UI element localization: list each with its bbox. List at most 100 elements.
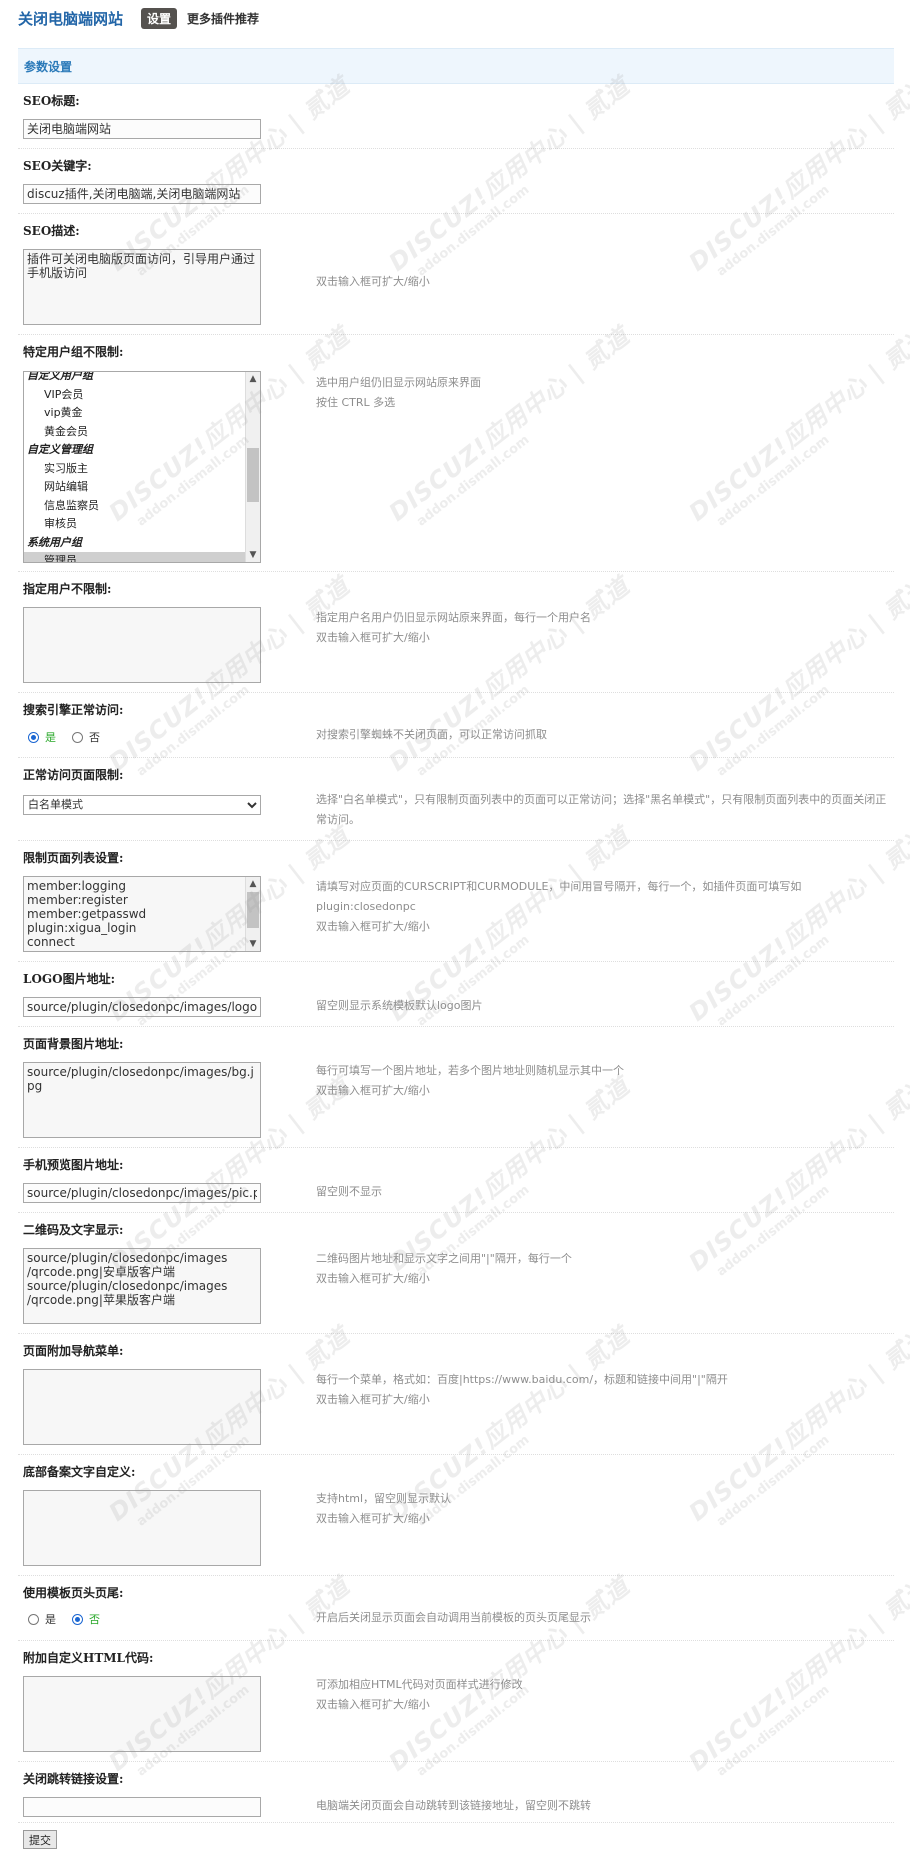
page-limit-select[interactable]: 白名单模式 — [23, 794, 261, 815]
scroll-up-icon[interactable]: ▲ — [246, 372, 260, 386]
user-group-option[interactable]: 管理员 — [24, 552, 245, 562]
seo-description-textarea[interactable]: 插件可关闭电脑版页面访问，引导用户通过手机版访问 — [23, 249, 261, 325]
template-header-tip: 开启后关闭显示页面会自动调用当前模板的页头页尾显示 — [316, 1611, 591, 1624]
user-group-option[interactable]: 审核员 — [24, 515, 245, 534]
textarea-line: member:getpasswd — [27, 907, 147, 921]
template-header-no-radio[interactable] — [72, 1613, 83, 1625]
template-header-no-label[interactable]: 否 — [89, 1611, 100, 1627]
textarea-line: connect — [27, 935, 75, 949]
row-user-groups: 特定用户组不限制: 自定义用户组 VIP会员 vip黄金 黄金会员 自定义管理组 实习版主… — [18, 335, 894, 572]
users-label: 指定用户不限制: — [23, 582, 112, 596]
textarea-line: /qrcode.png|安卓版客户端 — [27, 1265, 175, 1279]
row-seo-title: SEO标题: — [18, 84, 894, 149]
custom-html-tip1: 可添加相应HTML代码对页面样式进行修改 — [316, 1678, 523, 1691]
page-list-scrollbar[interactable]: ▲ ▼ — [245, 877, 260, 951]
row-seo-description: SEO描述: 插件可关闭电脑版页面访问，引导用户通过手机版访问 双击输入框可扩大… — [18, 214, 894, 335]
footer-text-tip1: 支持html，留空则显示默认 — [316, 1492, 452, 1505]
page-limit-label: 正常访问页面限制: — [23, 768, 124, 782]
submit-button[interactable]: 提交 — [23, 1830, 57, 1849]
scroll-down-icon[interactable]: ▼ — [246, 548, 260, 562]
row-redirect: 关闭跳转链接设置: 电脑端关闭页面会自动跳转到该链接地址，留空则不跳转 — [18, 1762, 894, 1823]
textarea-line: member:register — [27, 893, 128, 907]
page-list-tip2: 双击输入框可扩大/缩小 — [316, 920, 430, 933]
template-header-yes-radio[interactable] — [28, 1613, 39, 1625]
row-nav-menu: 页面附加导航菜单: 每行一个菜单，格式如：百度|https://www.baid… — [18, 1334, 894, 1455]
user-group-option[interactable]: 网站编辑 — [24, 478, 245, 497]
search-engine-no-label[interactable]: 否 — [89, 729, 100, 745]
seo-keywords-input[interactable] — [23, 183, 261, 204]
section-header: 参数设置 — [18, 48, 894, 84]
row-users: 指定用户不限制: 指定用户名用户仍旧显示网站原来界面，每行一个用户名 双击输入框… — [18, 572, 894, 693]
textarea-line: /qrcode.png|苹果版客户端 — [27, 1293, 175, 1307]
user-groups-scrollbar[interactable]: ▲ ▼ — [245, 372, 260, 562]
redirect-label: 关闭跳转链接设置: — [23, 1772, 124, 1786]
custom-html-textarea[interactable] — [23, 1676, 261, 1752]
seo-keywords-label: SEO关键字: — [23, 159, 92, 173]
seo-description-tip: 双击输入框可扩大/缩小 — [316, 275, 430, 288]
plugin-title-link[interactable]: 关闭电脑端网站 — [18, 8, 123, 29]
search-engine-label: 搜索引擎正常访问: — [23, 703, 124, 717]
seo-title-label: SEO标题: — [23, 94, 80, 108]
users-tip2: 双击输入框可扩大/缩小 — [316, 631, 430, 644]
template-header-label: 使用模板页头页尾: — [23, 1586, 124, 1600]
logo-tip: 留空则显示系统模板默认logo图片 — [316, 999, 483, 1012]
nav-menu-tip1: 每行一个菜单，格式如：百度|https://www.baidu.com/，标题和… — [316, 1373, 728, 1386]
search-engine-no-radio[interactable] — [72, 731, 83, 743]
user-group-option[interactable]: 实习版主 — [24, 460, 245, 479]
textarea-line: source/plugin/closedonpc/images — [27, 1251, 228, 1265]
footer-text-tip2: 双击输入框可扩大/缩小 — [316, 1512, 430, 1525]
row-page-limit: 正常访问页面限制: 白名单模式 选择"白名单模式"，只有限制页面列表中的页面可以… — [18, 758, 894, 841]
search-engine-tip: 对搜索引擎蜘蛛不关闭页面，可以正常访问抓取 — [316, 728, 547, 741]
user-group-option[interactable]: 黄金会员 — [24, 423, 245, 442]
row-logo: LOGO图片地址: 留空则显示系统模板默认logo图片 — [18, 962, 894, 1027]
textarea-line: plugin:xigua_login — [27, 921, 137, 935]
user-group-option[interactable]: vip黄金 — [24, 404, 245, 423]
user-group-option[interactable]: 信息监察员 — [24, 497, 245, 516]
search-engine-yes-label[interactable]: 是 — [45, 729, 56, 745]
bg-image-label: 页面背景图片地址: — [23, 1037, 124, 1051]
mobile-preview-tip: 留空则不显示 — [316, 1185, 382, 1198]
tab-settings[interactable]: 设置 — [141, 7, 178, 29]
user-groups-label: 特定用户组不限制: — [23, 345, 124, 359]
nav-menu-tip2: 双击输入框可扩大/缩小 — [316, 1393, 430, 1406]
qrcode-textarea[interactable]: source/plugin/closedonpc/images/qrcode.p… — [23, 1248, 261, 1324]
row-seo-keywords: SEO关键字: — [18, 149, 894, 214]
bg-image-tip1: 每行可填写一个图片地址，若多个图片地址则随机显示其中一个 — [316, 1064, 624, 1077]
row-page-list: 限制页面列表设置: member:logging member:register m… — [18, 841, 894, 962]
scroll-down-icon[interactable]: ▼ — [246, 937, 260, 951]
textarea-line: member:logging — [27, 879, 126, 893]
template-header-yes-label[interactable]: 是 — [45, 1611, 56, 1627]
qrcode-tip1: 二维码图片地址和显示文字之间用"|"隔开，每行一个 — [316, 1252, 572, 1265]
qrcode-tip2: 双击输入框可扩大/缩小 — [316, 1272, 430, 1285]
search-engine-yes-radio[interactable] — [28, 731, 39, 743]
footer-text-label: 底部备案文字自定义: — [23, 1465, 136, 1479]
row-bg-image: 页面背景图片地址: source/plugin/closedonpc/image… — [18, 1027, 894, 1148]
bg-image-textarea[interactable]: source/plugin/closedonpc/images/bg.jpg — [23, 1062, 261, 1138]
page-limit-tip: 选择"白名单模式"，只有限制页面列表中的页面可以正常访问；选择"黑名单模式"，只… — [316, 793, 887, 826]
user-groups-tip1: 选中用户组仍旧显示网站原来界面 — [316, 376, 481, 389]
row-mobile-preview: 手机预览图片地址: 留空则不显示 — [18, 1148, 894, 1213]
top-nav: 关闭电脑端网站 设置 更多插件推荐 — [18, 6, 259, 30]
row-footer-text: 底部备案文字自定义: 支持html，留空则显示默认 双击输入框可扩大/缩小 — [18, 1455, 894, 1576]
row-qrcode: 二维码及文字显示: source/plugin/closedonpc/image… — [18, 1213, 894, 1334]
tab-more-plugins[interactable]: 更多插件推荐 — [187, 10, 259, 27]
page-list-textarea[interactable]: member:logging member:register member:getp… — [23, 876, 261, 952]
mobile-preview-input[interactable] — [23, 1183, 261, 1203]
redirect-input[interactable] — [23, 1797, 261, 1817]
seo-title-input[interactable] — [23, 118, 261, 139]
logo-input[interactable] — [23, 997, 261, 1017]
user-group-option[interactable]: VIP会员 — [24, 386, 245, 405]
row-template-header: 使用模板页头页尾: 是 否 开启后关闭显示页面会自动调用当前模板的页头页尾显示 — [18, 1576, 894, 1641]
user-groups-multiselect[interactable]: 自定义用户组 VIP会员 vip黄金 黄金会员 自定义管理组 实习版主 网站编辑 信息监察员审… — [23, 371, 261, 563]
seo-description-label: SEO描述: — [23, 224, 80, 238]
textarea-line: source/plugin/closedonpc/images — [27, 1279, 228, 1293]
scroll-up-icon[interactable]: ▲ — [246, 877, 260, 891]
row-custom-html: 附加自定义HTML代码: 可添加相应HTML代码对页面样式进行修改 双击输入框可… — [18, 1641, 894, 1762]
page-list-tip1: 请填写对应页面的CURSCRIPT和CURMODULE，中间用冒号隔开，每行一个… — [316, 880, 802, 913]
user-group-heading: 自定义用户组 — [27, 371, 93, 382]
users-textarea[interactable] — [23, 607, 261, 683]
bg-image-tip2: 双击输入框可扩大/缩小 — [316, 1084, 430, 1097]
footer-text-textarea[interactable] — [23, 1490, 261, 1566]
custom-html-label: 附加自定义HTML代码: — [23, 1651, 154, 1665]
nav-menu-textarea[interactable] — [23, 1369, 261, 1445]
